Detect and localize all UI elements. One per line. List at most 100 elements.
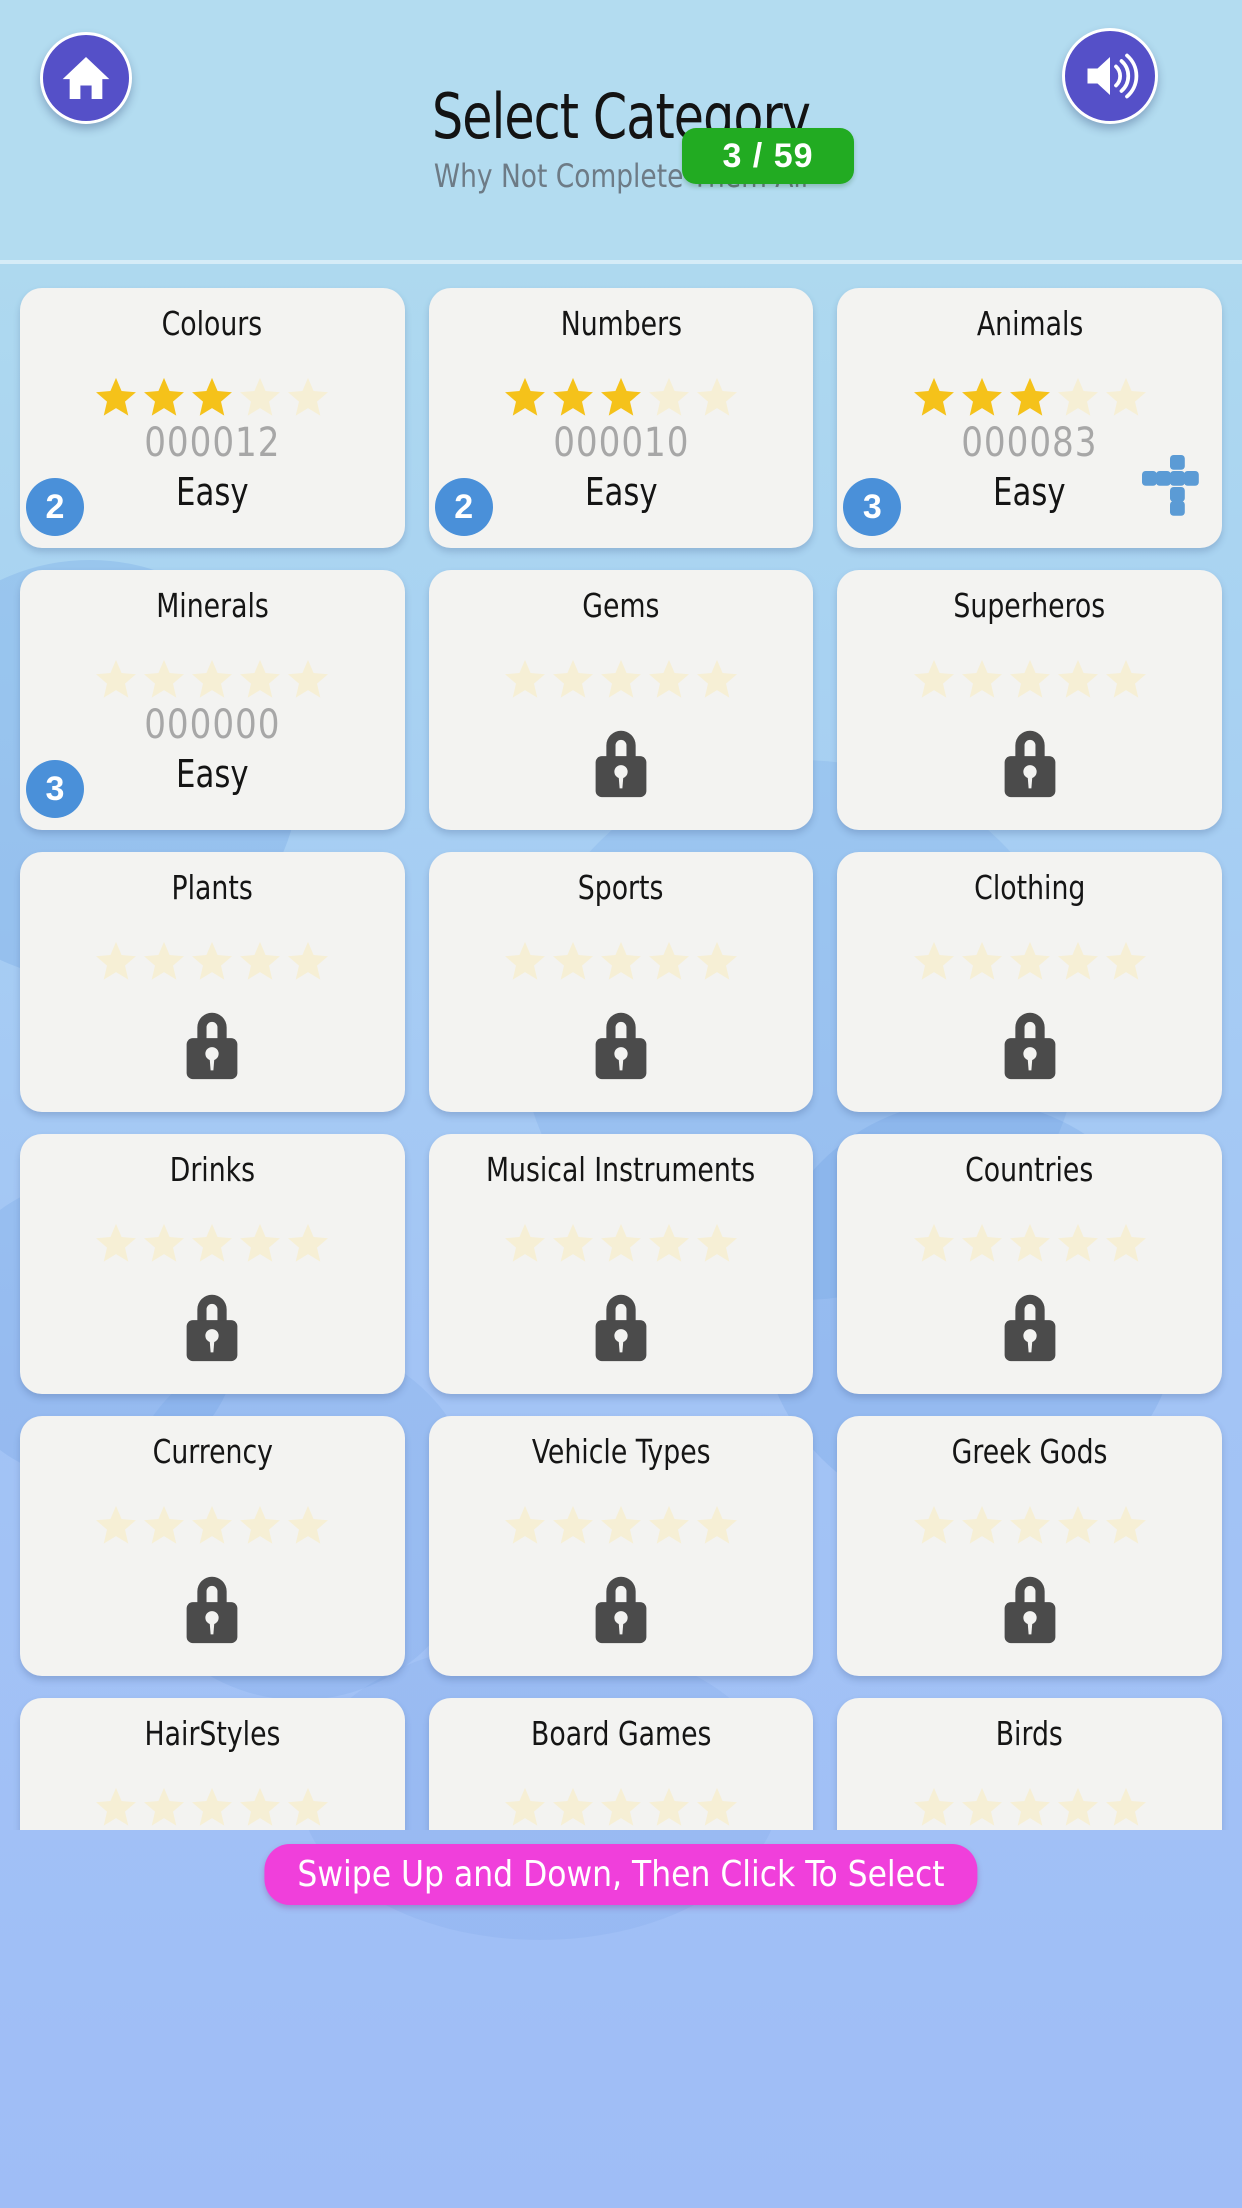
lock-icon: [585, 1002, 657, 1089]
score-value: 000012: [144, 420, 281, 466]
star-empty-icon: [192, 1223, 233, 1262]
category-card[interactable]: HairStyles: [20, 1698, 405, 1830]
category-title: Minerals: [156, 586, 269, 625]
category-title: Plants: [171, 868, 253, 907]
title-block: Select Category Why Not Complete Them Al…: [0, 80, 1242, 195]
category-card[interactable]: Countries: [837, 1134, 1222, 1394]
star-empty-icon: [505, 941, 545, 980]
star-empty-icon: [1009, 1787, 1050, 1826]
star-empty-icon: [192, 1505, 233, 1544]
lock-icon: [994, 720, 1066, 807]
page-header: Select Category Why Not Complete Them Al…: [0, 0, 1242, 264]
star-empty-icon: [961, 1787, 1002, 1826]
star-rating: [429, 656, 814, 702]
star-empty-icon: [697, 1787, 737, 1826]
category-card[interactable]: Clothing: [837, 852, 1222, 1112]
star-empty-icon: [240, 941, 281, 980]
star-empty-icon: [1105, 1223, 1146, 1262]
category-card[interactable]: Greek Gods: [837, 1416, 1222, 1676]
star-empty-icon: [144, 1505, 185, 1544]
difficulty-label: Easy: [176, 470, 249, 514]
star-filled-icon: [192, 377, 233, 416]
category-title: Clothing: [974, 868, 1086, 907]
star-filled-icon: [505, 377, 545, 416]
category-card[interactable]: Minerals 000000 Easy 3: [20, 570, 405, 830]
star-empty-icon: [913, 659, 954, 698]
star-empty-icon: [913, 1223, 954, 1262]
category-card[interactable]: Plants: [20, 852, 405, 1112]
star-rating: [429, 1220, 814, 1266]
star-empty-icon: [288, 941, 329, 980]
category-card[interactable]: Animals 000083 Easy 3: [837, 288, 1222, 548]
lock-icon: [994, 1002, 1066, 1089]
star-rating: [837, 374, 1222, 420]
star-empty-icon: [192, 1787, 233, 1826]
star-rating: [20, 1502, 405, 1548]
star-empty-icon: [240, 1787, 281, 1826]
category-card[interactable]: Colours 000012 Easy 2: [20, 288, 405, 548]
category-title: Countries: [965, 1150, 1094, 1189]
star-empty-icon: [553, 1787, 593, 1826]
star-empty-icon: [961, 941, 1002, 980]
star-empty-icon: [601, 1505, 641, 1544]
star-empty-icon: [288, 659, 329, 698]
sound-toggle-button[interactable]: [1062, 28, 1158, 124]
category-title: Drinks: [169, 1150, 255, 1189]
category-card[interactable]: Superheros: [837, 570, 1222, 830]
category-card[interactable]: Vehicle Types: [428, 1416, 814, 1676]
category-card[interactable]: Drinks: [20, 1134, 405, 1394]
sound-on-icon: [1080, 46, 1140, 106]
category-title: Currency: [152, 1432, 273, 1471]
star-empty-icon: [601, 1787, 641, 1826]
star-empty-icon: [240, 377, 281, 416]
category-card[interactable]: Currency: [20, 1416, 405, 1676]
star-rating: [837, 938, 1222, 984]
star-empty-icon: [144, 659, 185, 698]
difficulty-label: Easy: [584, 470, 658, 514]
star-filled-icon: [1009, 377, 1050, 416]
star-empty-icon: [1057, 1223, 1098, 1262]
difficulty-label: Easy: [176, 752, 249, 796]
category-card[interactable]: Birds: [837, 1698, 1222, 1830]
star-filled-icon: [553, 377, 593, 416]
home-button[interactable]: [40, 32, 132, 124]
star-empty-icon: [96, 1223, 137, 1262]
lock-icon: [585, 720, 657, 807]
level-badge: 3: [843, 478, 902, 536]
star-empty-icon: [913, 1787, 954, 1826]
category-title: Greek Gods: [951, 1432, 1108, 1471]
star-empty-icon: [240, 1505, 281, 1544]
star-rating: [429, 1502, 814, 1548]
star-empty-icon: [913, 941, 954, 980]
category-card[interactable]: Sports: [428, 852, 814, 1112]
puzzle-pieces-icon: [1141, 455, 1208, 522]
category-title: Musical Instruments: [486, 1150, 756, 1189]
star-rating: [429, 374, 814, 420]
star-empty-icon: [1105, 377, 1146, 416]
category-card[interactable]: Board Games: [428, 1698, 814, 1830]
star-rating: [837, 1784, 1222, 1830]
star-empty-icon: [144, 941, 185, 980]
category-card[interactable]: Numbers 000010 Easy 2: [428, 288, 814, 548]
star-empty-icon: [553, 1505, 593, 1544]
category-card[interactable]: Gems: [428, 570, 814, 830]
category-grid[interactable]: Colours 000012 Easy 2 Numbers 000010 Easy 2 Anim…: [0, 268, 1242, 1830]
star-empty-icon: [1057, 941, 1098, 980]
star-empty-icon: [697, 1223, 737, 1262]
star-empty-icon: [192, 659, 233, 698]
category-title: Numbers: [560, 304, 682, 343]
page-subtitle: Why Not Complete Them All: [433, 157, 809, 195]
star-rating: [837, 1220, 1222, 1266]
star-empty-icon: [601, 1223, 641, 1262]
star-empty-icon: [1009, 1223, 1050, 1262]
star-empty-icon: [649, 1787, 689, 1826]
star-empty-icon: [553, 659, 593, 698]
star-filled-icon: [144, 377, 185, 416]
category-title: Vehicle Types: [531, 1432, 711, 1471]
home-icon: [58, 50, 114, 106]
level-badge: 3: [26, 760, 84, 818]
star-rating: [429, 938, 814, 984]
category-card[interactable]: Musical Instruments: [428, 1134, 814, 1394]
progress-badge: 3 / 59: [682, 128, 854, 184]
category-title: HairStyles: [144, 1714, 281, 1753]
